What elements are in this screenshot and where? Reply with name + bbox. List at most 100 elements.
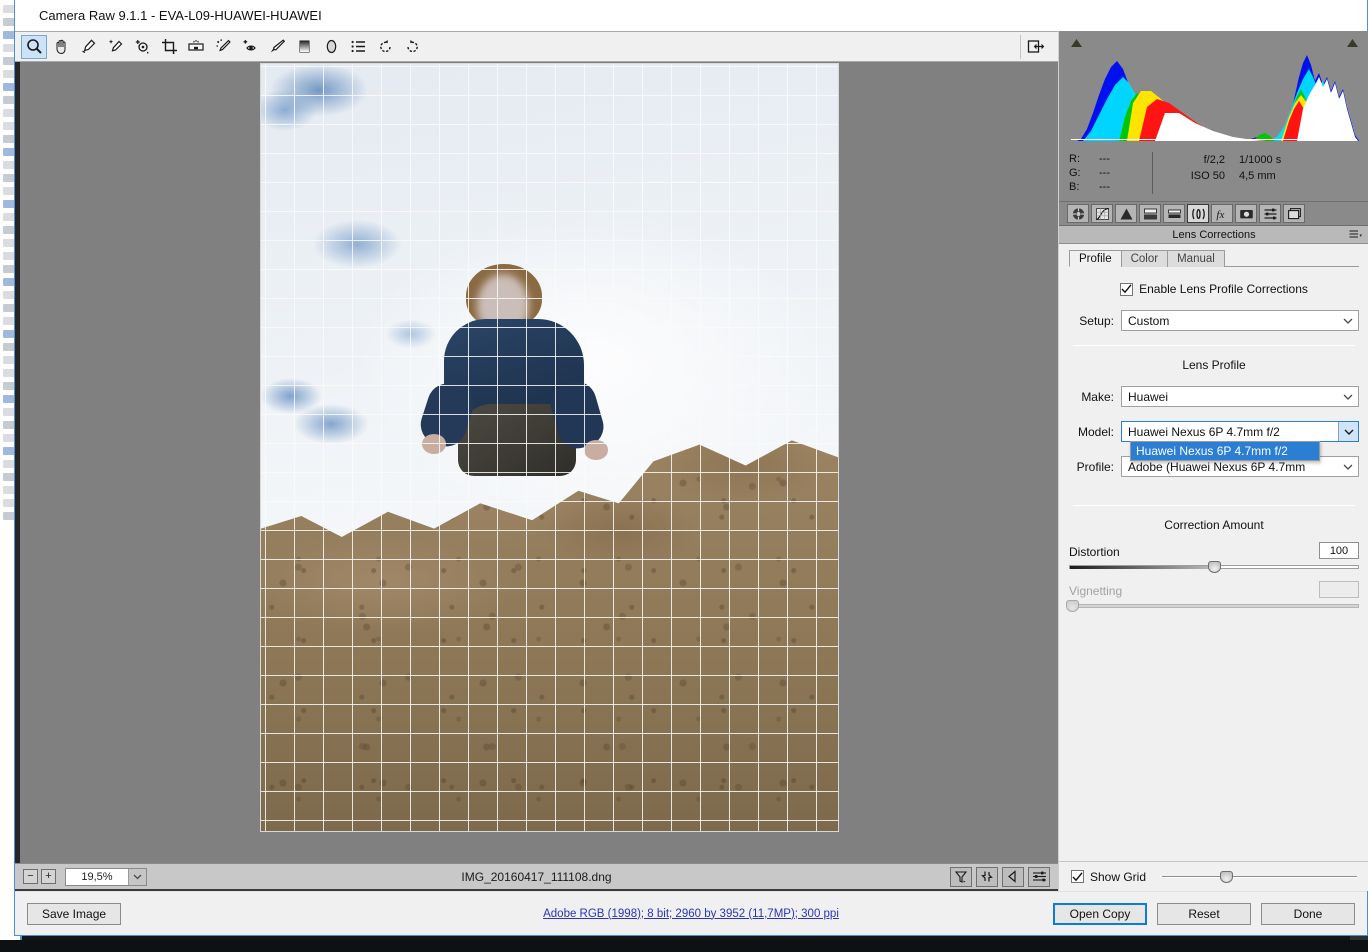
red-eye-removal-tool[interactable] bbox=[237, 35, 263, 59]
model-dropdown-option[interactable]: Huawei Nexus 6P 4.7mm f/2 bbox=[1131, 442, 1319, 460]
distortion-slider-row: Distortion 100 bbox=[1069, 542, 1359, 573]
taskbar[interactable] bbox=[0, 940, 1368, 952]
filmstrip-settings-button[interactable] bbox=[1028, 866, 1050, 887]
grid-size-slider[interactable] bbox=[1162, 870, 1357, 883]
chevron-down-icon[interactable] bbox=[128, 868, 146, 885]
lens-corrections-panel: Profile Color Manual Enable Lens Profile… bbox=[1059, 244, 1368, 861]
vignetting-label: Vignetting bbox=[1069, 584, 1123, 598]
highlight-clipping-warning-icon[interactable] bbox=[1344, 36, 1360, 49]
white-balance-preview-button[interactable] bbox=[950, 866, 972, 887]
aperture-value: f/2,2 bbox=[1203, 154, 1225, 166]
divider bbox=[1073, 505, 1355, 506]
panel-menu-icon[interactable] bbox=[1349, 229, 1363, 242]
panel-footer: Show Grid bbox=[1059, 861, 1368, 891]
make-select[interactable]: Huawei bbox=[1121, 386, 1359, 407]
hsl-grayscale-panel-icon[interactable] bbox=[1139, 204, 1161, 223]
split-toning-panel-icon[interactable] bbox=[1163, 204, 1185, 223]
svg-text:fx: fx bbox=[1216, 209, 1224, 221]
adjustments-panel-column: R: --- G: --- B: --- f/2,2 1/1000 s ISO 50 … bbox=[1058, 31, 1368, 891]
tab-manual[interactable]: Manual bbox=[1167, 250, 1225, 267]
photo-preview[interactable] bbox=[260, 63, 839, 832]
panel-title-text: Lens Corrections bbox=[1172, 228, 1256, 241]
vignetting-slider-track[interactable] bbox=[1065, 600, 1359, 612]
zoom-out-button[interactable]: − bbox=[23, 869, 38, 884]
iso-value: ISO 50 bbox=[1190, 170, 1225, 182]
make-value: Huawei bbox=[1128, 389, 1169, 404]
zoom-tool[interactable] bbox=[21, 34, 47, 59]
targeted-adjustment-tool[interactable] bbox=[129, 35, 155, 59]
model-dropdown-list[interactable]: Huawei Nexus 6P 4.7mm f/2 bbox=[1130, 441, 1320, 461]
hand-tool[interactable] bbox=[48, 35, 74, 59]
distortion-label: Distortion bbox=[1069, 545, 1120, 559]
lens-corrections-tabs: Profile Color Manual bbox=[1069, 250, 1359, 267]
model-row: Model: Huawei Nexus 6P 4.7mm f/2 bbox=[1069, 421, 1359, 442]
image-area-column: − + 19,5% IMG_20160417_111108.dng bbox=[15, 31, 1058, 891]
detail-panel-icon[interactable] bbox=[1115, 204, 1137, 223]
enable-lens-profile-row: Enable Lens Profile Corrections bbox=[1069, 282, 1359, 296]
show-grid-checkbox[interactable] bbox=[1071, 870, 1084, 883]
shutter-speed-value: 1/1000 s bbox=[1239, 154, 1282, 166]
image-canvas[interactable] bbox=[15, 62, 1058, 863]
setup-select[interactable]: Custom bbox=[1121, 310, 1359, 331]
tab-profile[interactable]: Profile bbox=[1069, 250, 1122, 267]
child-subject bbox=[415, 264, 616, 476]
b-value: --- bbox=[1099, 181, 1110, 193]
white-balance-tool[interactable] bbox=[75, 35, 101, 59]
enable-lens-profile-label: Enable Lens Profile Corrections bbox=[1139, 282, 1308, 296]
setup-label: Setup: bbox=[1079, 313, 1114, 328]
chevron-down-icon bbox=[1338, 311, 1358, 330]
rotate-left-tool[interactable] bbox=[372, 35, 398, 59]
window-title: Camera Raw 9.1.1 - EVA-L09-HUAWEI-HUAWEI bbox=[39, 8, 322, 23]
basic-panel-icon[interactable] bbox=[1067, 204, 1089, 223]
straighten-tool[interactable] bbox=[183, 35, 209, 59]
sync-settings-button[interactable] bbox=[976, 866, 998, 887]
chevron-down-icon bbox=[1338, 457, 1358, 476]
r-label: R: bbox=[1069, 153, 1080, 165]
reset-button[interactable]: Reset bbox=[1157, 902, 1251, 925]
lens-corrections-panel-icon[interactable] bbox=[1187, 204, 1209, 223]
adjustment-brush-tool[interactable] bbox=[264, 35, 290, 59]
g-label: G: bbox=[1069, 167, 1081, 179]
crop-tool[interactable] bbox=[156, 35, 182, 59]
previous-image-button[interactable] bbox=[1002, 866, 1024, 887]
tab-color[interactable]: Color bbox=[1120, 250, 1169, 267]
effects-panel-icon[interactable]: fx bbox=[1211, 204, 1233, 223]
spot-removal-tool[interactable] bbox=[210, 35, 236, 59]
color-sampler-tool[interactable] bbox=[102, 35, 128, 59]
tone-curve-panel-icon[interactable] bbox=[1091, 204, 1113, 223]
done-button[interactable]: Done bbox=[1261, 902, 1355, 925]
zoom-level-select[interactable]: 19,5% bbox=[65, 867, 147, 886]
rotate-right-tool[interactable] bbox=[399, 35, 425, 59]
g-value: --- bbox=[1099, 167, 1110, 179]
make-row: Make: Huawei bbox=[1069, 386, 1359, 407]
b-label: B: bbox=[1069, 181, 1080, 193]
model-select[interactable]: Huawei Nexus 6P 4.7mm f/2 bbox=[1121, 421, 1359, 442]
enable-lens-profile-checkbox[interactable] bbox=[1120, 282, 1134, 296]
toggle-filmstrip-icon[interactable] bbox=[1020, 35, 1046, 59]
preferences-tool[interactable] bbox=[345, 35, 371, 59]
grid-size-slider-handle[interactable] bbox=[1220, 870, 1234, 883]
readout-section: R: --- G: --- B: --- f/2,2 1/1000 s ISO 50 … bbox=[1059, 146, 1368, 202]
action-bar: Save Image Adobe RGB (1998); 8 bit; 2960… bbox=[15, 891, 1367, 935]
snapshots-panel-icon[interactable] bbox=[1283, 204, 1305, 223]
graduated-filter-tool[interactable] bbox=[291, 35, 317, 59]
vignetting-slider-handle[interactable] bbox=[1065, 600, 1079, 612]
tool-strip bbox=[15, 31, 1058, 62]
distortion-slider-handle[interactable] bbox=[1208, 561, 1221, 573]
chevron-down-icon bbox=[1338, 387, 1358, 406]
presets-panel-icon[interactable] bbox=[1259, 204, 1281, 223]
chevron-down-icon[interactable] bbox=[1338, 422, 1358, 441]
divider bbox=[1073, 345, 1355, 346]
radial-filter-tool[interactable] bbox=[318, 35, 344, 59]
zoom-in-button[interactable]: + bbox=[41, 869, 56, 884]
vignetting-value-input[interactable] bbox=[1319, 581, 1359, 598]
histogram-graph bbox=[1067, 51, 1361, 146]
open-copy-button[interactable]: Open Copy bbox=[1053, 902, 1147, 925]
shadow-clipping-warning-icon[interactable] bbox=[1068, 36, 1084, 49]
window-titlebar: Camera Raw 9.1.1 - EVA-L09-HUAWEI-HUAWEI bbox=[15, 0, 1367, 31]
panel-icon-row: fx bbox=[1059, 202, 1368, 226]
distortion-slider-track[interactable] bbox=[1069, 561, 1359, 573]
distortion-value-input[interactable]: 100 bbox=[1319, 542, 1359, 559]
camera-calibration-panel-icon[interactable] bbox=[1235, 204, 1257, 223]
camera-raw-window: Camera Raw 9.1.1 - EVA-L09-HUAWEI-HUAWEI bbox=[14, 0, 1368, 936]
